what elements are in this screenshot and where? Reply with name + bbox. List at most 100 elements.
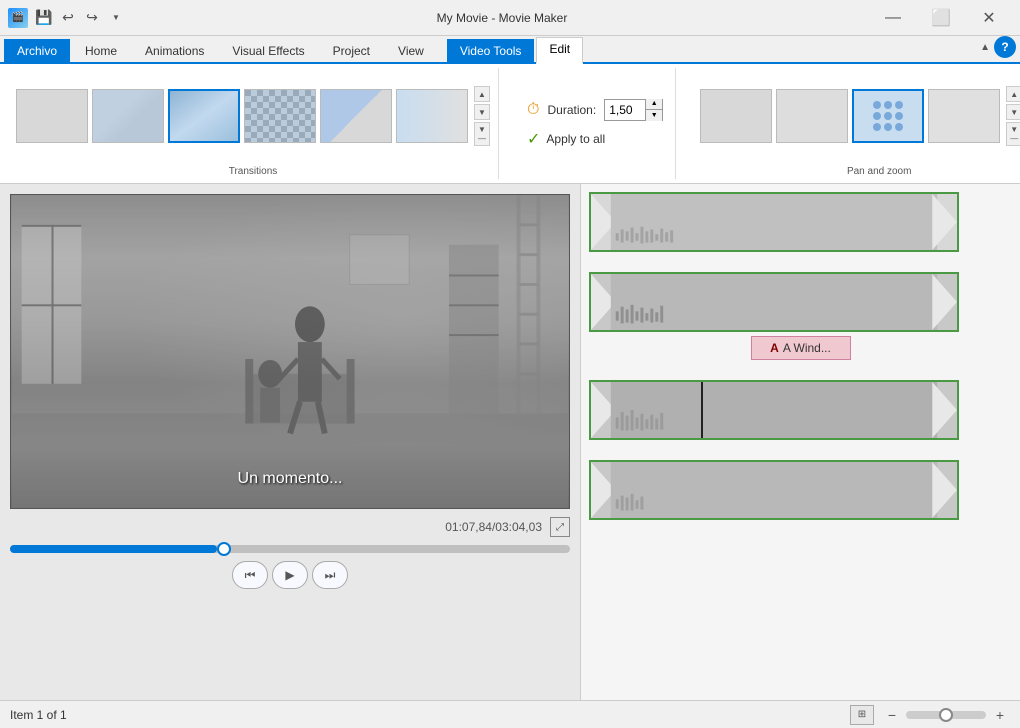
collapse-ribbon-button[interactable]: ▲ [980, 42, 990, 53]
play-button[interactable]: ▶ [272, 561, 308, 589]
tab-archivo[interactable]: Archivo [4, 39, 70, 64]
duration-section: ⏱ Duration: 1,50 ▲ ▼ ✓ Apply to all [515, 68, 676, 179]
ribbon-help: ▲ ? [980, 36, 1016, 62]
clip-svg-3 [591, 382, 957, 438]
scroll-down-button[interactable]: ▼ [474, 104, 490, 120]
clip-strip-1[interactable] [589, 192, 959, 252]
transition-fade[interactable] [92, 89, 164, 143]
main-area: Un momento... 01:07,84/03:04,03 ⤢ ⏮ ▶ ⏭ [0, 184, 1020, 700]
tab-edit[interactable]: Edit [536, 37, 583, 64]
apply-to-all-row[interactable]: ✓ Apply to all [527, 129, 663, 149]
duration-input[interactable]: 1,50 ▲ ▼ [604, 99, 663, 121]
rewind-button[interactable]: ⏮ [232, 561, 268, 589]
panzoom-scroll-up[interactable]: ▲ [1006, 86, 1020, 102]
duration-value: 1,50 [605, 103, 645, 117]
panzoom-blank3[interactable] [928, 89, 1000, 143]
seek-thumb[interactable] [217, 542, 231, 556]
timeline-scroll[interactable]: A A Wind... [581, 184, 1020, 700]
zoom-out-button[interactable]: − [882, 705, 902, 725]
panzoom-scroll: ▲ ▼ ▼— [1006, 86, 1020, 146]
status-right: ⊞ − + [850, 705, 1010, 725]
clip-visual-2 [591, 274, 957, 330]
tab-animations[interactable]: Animations [132, 39, 217, 64]
pan-and-zoom-section: ▲ ▼ ▼— ✓ Pan and zoom [692, 68, 1020, 179]
transition-selected[interactable] [168, 89, 240, 143]
redo-button[interactable]: ↪ [82, 8, 102, 28]
transitions-label: Transitions [229, 166, 278, 179]
save-button[interactable]: 💾 [34, 8, 54, 28]
title-bar: 🎬 💾 ↩ ↪ ▼ My Movie - Movie Maker — ⬜ ✕ [0, 0, 1020, 36]
timestamp-row: 01:07,84/03:04,03 ⤢ [10, 517, 570, 537]
clip-strip-4[interactable] [589, 460, 959, 520]
tab-project[interactable]: Project [320, 39, 383, 64]
close-button[interactable]: ✕ [966, 3, 1012, 33]
tab-view[interactable]: View [385, 39, 437, 64]
duration-spinner: ▲ ▼ [645, 99, 662, 121]
caption-text: A Wind... [783, 341, 831, 355]
panzoom-expand[interactable]: ▼— [1006, 122, 1020, 146]
transition-list [16, 89, 468, 143]
forward-button[interactable]: ⏭ [312, 561, 348, 589]
duration-row: ⏱ Duration: 1,50 ▲ ▼ [527, 99, 663, 121]
panzoom-label: Pan and zoom [847, 166, 912, 179]
panzoom-blank1[interactable] [700, 89, 772, 143]
clip-inner-2 [591, 274, 957, 330]
view-storyboard-button[interactable]: ⊞ [850, 705, 874, 725]
tab-visual-effects[interactable]: Visual Effects [219, 39, 317, 64]
clip-inner-4 [591, 462, 957, 518]
clip-svg-2 [591, 274, 957, 330]
clip-inner-1 [591, 194, 957, 250]
tab-home[interactable]: Home [72, 39, 130, 64]
transitions-content: ▲ ▼ ▼— [16, 68, 490, 164]
clip-gap-3 [589, 448, 1012, 452]
zoom-slider[interactable] [906, 711, 986, 719]
transition-blank[interactable] [16, 89, 88, 143]
zoom-in-button[interactable]: + [990, 705, 1010, 725]
clip-group-2: A A Wind... [589, 272, 1012, 360]
clip-svg-1 [591, 194, 957, 250]
transition-checkerboard[interactable] [244, 89, 316, 143]
clip-strip-3[interactable] [589, 380, 959, 440]
window-controls: — ⬜ ✕ [870, 3, 1012, 33]
duration-increment[interactable]: ▲ [646, 99, 662, 110]
help-button[interactable]: ? [994, 36, 1016, 58]
clip-svg-4 [591, 462, 957, 518]
video-tools-tab: Video Tools [447, 39, 535, 64]
transition-diagonal[interactable] [320, 89, 392, 143]
scene-svg [11, 195, 569, 508]
clip-gap-1 [589, 260, 1012, 264]
panzoom-thumbs [700, 89, 1000, 143]
transitions-scroll: ▲ ▼ ▼— [474, 86, 490, 146]
text-caption[interactable]: A A Wind... [751, 336, 851, 360]
dropdown-button[interactable]: ▼ [106, 8, 126, 28]
playhead-line [701, 382, 703, 438]
panzoom-blank2[interactable] [776, 89, 848, 143]
duration-decrement[interactable]: ▼ [646, 110, 662, 121]
duration-icon: ⏱ [527, 101, 539, 119]
panzoom-active[interactable] [852, 89, 924, 143]
clip-visual-3 [591, 382, 957, 438]
maximize-button[interactable]: ⬜ [918, 3, 964, 33]
video-frame: Un momento... [10, 194, 570, 509]
transition-slide[interactable] [396, 89, 468, 143]
minimize-button[interactable]: — [870, 3, 916, 33]
timestamp-text: 01:07,84/03:04,03 [445, 520, 542, 534]
seek-progress [10, 545, 217, 553]
transitions-section: ▲ ▼ ▼— Transitions [8, 68, 499, 179]
status-text: Item 1 of 1 [10, 708, 850, 722]
caption-icon: A [770, 341, 779, 355]
panzoom-dots [873, 101, 903, 131]
zoom-thumb[interactable] [939, 708, 953, 722]
quick-access-toolbar: 💾 ↩ ↪ ▼ [34, 8, 126, 28]
scroll-up-button[interactable]: ▲ [474, 86, 490, 102]
timeline-panel: A A Wind... [580, 184, 1020, 700]
clip-strip-2[interactable] [589, 272, 959, 332]
fullscreen-button[interactable]: ⤢ [550, 517, 570, 537]
duration-label: Duration: [547, 103, 596, 117]
panzoom-scroll-down[interactable]: ▼ [1006, 104, 1020, 120]
expand-transitions-button[interactable]: ▼— [474, 122, 490, 146]
video-subtitle: Un momento... [238, 470, 343, 488]
zoom-controls: − + [882, 705, 1010, 725]
seek-bar[interactable] [10, 545, 570, 553]
undo-button[interactable]: ↩ [58, 8, 78, 28]
